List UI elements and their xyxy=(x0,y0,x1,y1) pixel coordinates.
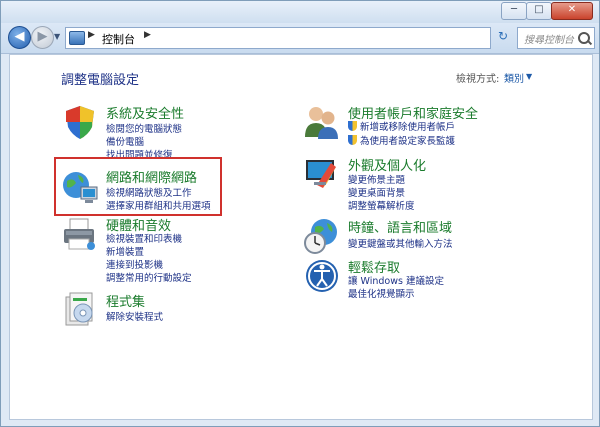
clock-globe-icon[interactable] xyxy=(303,217,341,255)
breadcrumb-separator-icon[interactable]: ▶ xyxy=(88,30,95,40)
view-by-label: 檢視方式: xyxy=(456,74,500,85)
category-clock-language-region: 時鐘、語言和區域 變更鍵盤或其他輸入方法 xyxy=(303,217,543,257)
category-appearance: 外觀及個人化 變更佈景主題 變更桌面背景 調整螢幕解析度 xyxy=(303,155,543,212)
category-link[interactable]: 連接到投影機 xyxy=(106,257,163,271)
category-title[interactable]: 時鐘、語言和區域 xyxy=(348,217,452,236)
navigation-toolbar: ◀ ▶ ▼ ▶ 控制台 ▶ ▼ ↻ 搜尋控制台 xyxy=(1,23,599,54)
category-link[interactable]: 調整常用的行動設定 xyxy=(106,270,192,284)
printer-icon[interactable] xyxy=(61,215,99,253)
address-bar[interactable]: ▶ 控制台 ▶ ▼ xyxy=(65,27,541,49)
users-icon[interactable] xyxy=(303,103,341,141)
category-title[interactable]: 系統及安全性 xyxy=(106,103,184,122)
category-link[interactable]: 新增裝置 xyxy=(106,244,144,258)
category-link[interactable]: 檢閱您的電腦狀態 xyxy=(106,121,182,135)
content-pane: 調整電腦設定 檢視方式: 類別 ▼ 系統及安全性 檢閱您的電腦狀態 備份電腦 找… xyxy=(9,54,593,420)
close-button[interactable]: ✕ xyxy=(551,2,593,20)
view-by-dropdown[interactable]: 類別 xyxy=(504,70,524,85)
search-input[interactable]: 搜尋控制台 xyxy=(524,31,574,46)
control-panel-icon xyxy=(69,31,85,45)
page-title: 調整電腦設定 xyxy=(61,73,140,88)
category-link[interactable]: 變更佈景主題 xyxy=(348,172,405,186)
title-bar: ─ □ ✕ xyxy=(1,1,599,23)
maximize-button[interactable]: □ xyxy=(526,2,552,20)
category-link[interactable]: 調整螢幕解析度 xyxy=(348,198,415,212)
back-button[interactable]: ◀ xyxy=(8,26,31,49)
highlight-annotation-box xyxy=(54,157,222,216)
category-system-security: 系統及安全性 檢閱您的電腦狀態 備份電腦 找出問題並修復 xyxy=(61,103,261,163)
forward-button[interactable]: ▶ xyxy=(31,26,54,49)
shield-icon[interactable] xyxy=(61,103,99,141)
category-hardware-sound: 硬體和音效 檢視裝置和印表機 新增裝置 連接到投影機 調整常用的行動設定 xyxy=(61,215,261,284)
category-link[interactable]: 讓 Windows 建議設定 xyxy=(348,273,444,287)
category-link-label: 新增或移除使用者帳戶 xyxy=(360,122,456,133)
refresh-icon[interactable]: ↻ xyxy=(493,29,513,47)
category-link-label: 為使用者設定家長監護 xyxy=(360,136,456,147)
category-link[interactable]: 最佳化視覺顯示 xyxy=(348,286,415,300)
category-link[interactable]: 新增或移除使用者帳戶 xyxy=(348,119,455,133)
search-icon[interactable] xyxy=(578,32,590,44)
category-programs: 程式集 解除安裝程式 xyxy=(61,291,261,331)
category-link[interactable]: 備份電腦 xyxy=(106,134,144,148)
chevron-down-icon[interactable]: ▼ xyxy=(526,72,532,81)
uac-shield-icon xyxy=(348,121,357,131)
category-link[interactable]: 解除安裝程式 xyxy=(106,309,163,323)
search-box[interactable]: 搜尋控制台 xyxy=(517,27,595,49)
recent-pages-dropdown[interactable]: ▼ xyxy=(54,32,60,41)
category-link[interactable]: 檢視裝置和印表機 xyxy=(106,231,182,245)
ease-of-access-icon[interactable] xyxy=(303,257,341,295)
control-panel-window: ─ □ ✕ ◀ ▶ ▼ ▶ 控制台 ▶ ▼ ↻ 搜尋控制台 調整電腦設定 檢視方… xyxy=(0,0,600,427)
category-link[interactable]: 變更桌面背景 xyxy=(348,185,405,199)
breadcrumb-control-panel[interactable]: 控制台 xyxy=(102,31,135,47)
window-controls: ─ □ ✕ xyxy=(501,2,593,20)
breadcrumb-separator-icon[interactable]: ▶ xyxy=(144,30,151,40)
display-icon[interactable] xyxy=(303,155,341,193)
minimize-button[interactable]: ─ xyxy=(501,2,527,20)
category-link[interactable]: 為使用者設定家長監護 xyxy=(348,133,455,147)
uac-shield-icon xyxy=(348,135,357,145)
category-title[interactable]: 程式集 xyxy=(106,291,145,310)
category-ease-of-access: 輕鬆存取 讓 Windows 建議設定 最佳化視覺顯示 xyxy=(303,257,543,300)
category-user-accounts: 使用者帳戶和家庭安全 新增或移除使用者帳戶 為使用者設定家長監護 xyxy=(303,103,543,148)
programs-icon[interactable] xyxy=(61,291,99,329)
category-link[interactable]: 變更鍵盤或其他輸入方法 xyxy=(348,236,453,250)
